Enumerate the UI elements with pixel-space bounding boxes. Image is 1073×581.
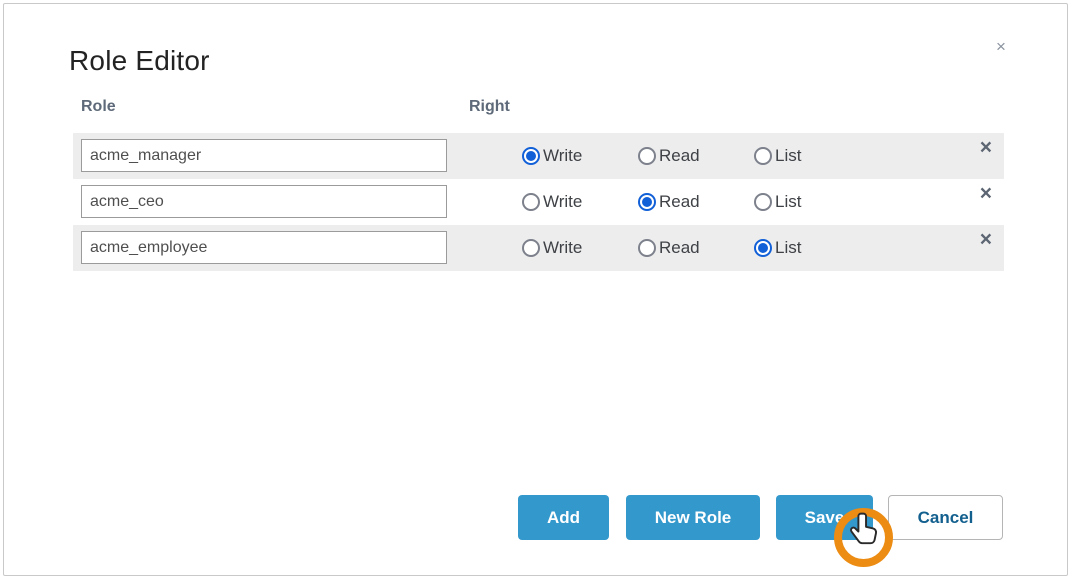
role-table: Write Read List × Write Read [73, 133, 1004, 271]
delete-row-icon[interactable]: × [980, 135, 992, 161]
close-icon[interactable]: × [990, 36, 1012, 58]
add-button[interactable]: Add [518, 495, 609, 540]
delete-row-icon[interactable]: × [980, 181, 992, 207]
page-title: Role Editor [69, 45, 210, 77]
radio-list[interactable]: List [754, 179, 801, 225]
radio-icon [754, 193, 772, 211]
radio-read[interactable]: Read [638, 179, 700, 225]
column-header-right: Right [469, 98, 510, 116]
delete-row-icon[interactable]: × [980, 227, 992, 253]
radio-list[interactable]: List [754, 225, 801, 271]
radio-list[interactable]: List [754, 133, 801, 179]
radio-write[interactable]: Write [522, 225, 582, 271]
table-row: Write Read List × [73, 225, 1004, 271]
radio-write[interactable]: Write [522, 133, 582, 179]
column-header-role: Role [81, 98, 116, 116]
cancel-button[interactable]: Cancel [888, 495, 1003, 540]
radio-write[interactable]: Write [522, 179, 582, 225]
new-role-button[interactable]: New Role [626, 495, 760, 540]
role-name-input[interactable] [81, 185, 447, 218]
radio-icon [522, 147, 540, 165]
table-row: Write Read List × [73, 133, 1004, 179]
role-name-input[interactable] [81, 231, 447, 264]
radio-icon [638, 239, 656, 257]
role-name-input[interactable] [81, 139, 447, 172]
radio-icon [754, 239, 772, 257]
save-button[interactable]: Save [776, 495, 873, 540]
radio-icon [522, 193, 540, 211]
radio-icon [638, 147, 656, 165]
table-row: Write Read List × [73, 179, 1004, 225]
role-editor-dialog: Role Editor × Role Right Write Read List… [3, 3, 1068, 576]
radio-icon [754, 147, 772, 165]
radio-icon [522, 239, 540, 257]
radio-icon [638, 193, 656, 211]
radio-read[interactable]: Read [638, 225, 700, 271]
radio-read[interactable]: Read [638, 133, 700, 179]
